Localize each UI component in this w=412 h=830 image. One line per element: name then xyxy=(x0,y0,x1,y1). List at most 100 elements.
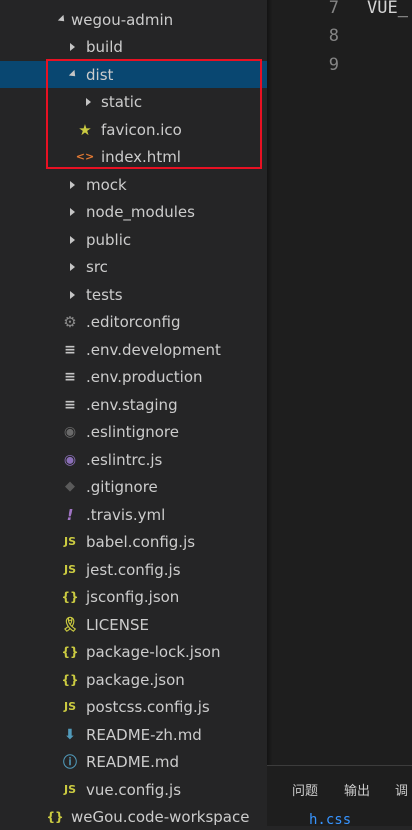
file-label: babel.config.js xyxy=(86,532,196,551)
file-eslintrc[interactable]: ◉ .eslintrc.js xyxy=(0,446,267,473)
folder-label: node_modules xyxy=(86,202,195,221)
file-label: index.html xyxy=(101,147,181,166)
file-travis-yml[interactable]: ! .travis.yml xyxy=(0,501,267,528)
file-label: .env.development xyxy=(86,340,221,359)
file-index-html[interactable]: <> index.html xyxy=(0,143,267,170)
folder-dist[interactable]: dist xyxy=(0,61,267,88)
editor-pane[interactable]: 7 VUE_ 8 9 xyxy=(267,0,412,765)
file-editorconfig[interactable]: ⚙ .editorconfig xyxy=(0,308,267,335)
folder-static[interactable]: static xyxy=(0,88,267,115)
file-license[interactable]: 🎗 LICENSE xyxy=(0,611,267,638)
info-icon: ⓘ xyxy=(63,754,77,771)
file-postcss-config[interactable]: JS postcss.config.js xyxy=(0,693,267,720)
folder-label: tests xyxy=(86,285,123,304)
file-label: README-zh.md xyxy=(86,725,202,744)
json-icon: {} xyxy=(61,589,79,604)
file-label: .eslintignore xyxy=(86,422,179,441)
html-icon: <> xyxy=(75,150,95,163)
file-label: jsconfig.json xyxy=(86,587,180,606)
json-icon: {} xyxy=(46,809,64,824)
folder-tests[interactable]: tests xyxy=(0,281,267,308)
file-label: .editorconfig xyxy=(86,312,181,331)
folder-label: static xyxy=(101,92,143,111)
file-babel-config[interactable]: JS babel.config.js xyxy=(0,528,267,555)
folder-src[interactable]: src xyxy=(0,253,267,280)
text-lines-icon: ≡ xyxy=(64,341,76,358)
line-number: 7 xyxy=(328,0,339,18)
bottom-panel: 问题 输出 调 h.css xyxy=(267,765,412,826)
folder-label: src xyxy=(86,257,108,276)
file-package-json[interactable]: {} package.json xyxy=(0,666,267,693)
file-package-lock[interactable]: {} package-lock.json xyxy=(0,638,267,665)
folder-public[interactable]: public xyxy=(0,226,267,253)
git-icon: ◆ xyxy=(65,479,75,494)
file-label: .eslintrc.js xyxy=(86,450,163,469)
text-lines-icon: ≡ xyxy=(64,396,76,413)
chevron-right-icon xyxy=(66,41,78,53)
js-icon: JS xyxy=(63,700,76,713)
file-label: .env.production xyxy=(86,367,203,386)
file-label: .gitignore xyxy=(86,477,158,496)
line-number: 9 xyxy=(328,55,339,75)
panel-content-text: h.css xyxy=(309,812,352,826)
file-env-production[interactable]: ≡ .env.production xyxy=(0,363,267,390)
file-label: package-lock.json xyxy=(86,642,221,661)
license-icon: 🎗 xyxy=(61,616,79,633)
file-vue-config[interactable]: JS vue.config.js xyxy=(0,776,267,803)
file-favicon[interactable]: ★ favicon.ico xyxy=(0,116,267,143)
gear-icon: ⚙ xyxy=(63,312,77,331)
chevron-right-icon xyxy=(66,289,78,301)
chevron-right-icon xyxy=(66,179,78,191)
panel-tab-problems[interactable]: 问题 xyxy=(292,780,318,799)
file-label: weGou.code-workspace xyxy=(71,807,250,826)
file-label: jest.config.js xyxy=(86,560,181,579)
folder-label: public xyxy=(86,230,132,249)
file-jest-config[interactable]: JS jest.config.js xyxy=(0,556,267,583)
folder-mock[interactable]: mock xyxy=(0,171,267,198)
js-icon: JS xyxy=(63,563,76,576)
text-lines-icon: ≡ xyxy=(64,368,76,385)
chevron-right-icon xyxy=(66,206,78,218)
folder-build[interactable]: build xyxy=(0,33,267,60)
file-label: vue.config.js xyxy=(86,780,182,799)
star-icon: ★ xyxy=(78,120,92,139)
js-icon: JS xyxy=(63,535,76,548)
file-label: package.json xyxy=(86,670,185,689)
file-eslintignore[interactable]: ◉ .eslintignore xyxy=(0,418,267,445)
js-icon: JS xyxy=(63,783,76,796)
folder-label: build xyxy=(86,37,123,56)
file-label: README.md xyxy=(86,752,180,771)
json-icon: {} xyxy=(61,672,79,687)
file-env-staging[interactable]: ≡ .env.staging xyxy=(0,391,267,418)
chevron-right-icon xyxy=(66,234,78,246)
file-env-development[interactable]: ≡ .env.development xyxy=(0,336,267,363)
file-jsconfig[interactable]: {} jsconfig.json xyxy=(0,583,267,610)
file-readme-zh[interactable]: ⬇ README-zh.md xyxy=(0,721,267,748)
folder-wegou-admin[interactable]: wegou-admin xyxy=(0,6,267,33)
line-number: 8 xyxy=(328,26,339,46)
file-readme[interactable]: ⓘ README.md xyxy=(0,748,267,775)
download-arrow-icon: ⬇ xyxy=(64,726,76,743)
folder-label: wegou-admin xyxy=(71,10,174,29)
chevron-right-icon xyxy=(82,96,94,108)
explorer-sidebar: wegou-admin build dist static ★ favicon.… xyxy=(0,0,267,826)
folder-label: dist xyxy=(86,65,114,84)
sidebar-edge-shadow xyxy=(267,0,273,765)
chevron-down-icon xyxy=(55,14,68,26)
eslint-icon: ◉ xyxy=(63,423,77,440)
chevron-down-icon xyxy=(66,69,79,81)
code-line: VUE_ xyxy=(367,0,408,18)
chevron-right-icon xyxy=(66,261,78,273)
file-label: .env.staging xyxy=(86,395,178,414)
file-label: postcss.config.js xyxy=(86,697,210,716)
json-icon: {} xyxy=(61,644,79,659)
folder-label: mock xyxy=(86,175,127,194)
file-gitignore[interactable]: ◆ .gitignore xyxy=(0,473,267,500)
yml-icon: ! xyxy=(66,505,74,524)
panel-tab-debug[interactable]: 调 xyxy=(395,780,408,799)
panel-tab-output[interactable]: 输出 xyxy=(344,780,370,799)
file-label: favicon.ico xyxy=(101,120,182,139)
file-workspace[interactable]: {} weGou.code-workspace xyxy=(0,803,267,830)
file-label: .travis.yml xyxy=(86,505,166,524)
folder-node-modules[interactable]: node_modules xyxy=(0,198,267,225)
